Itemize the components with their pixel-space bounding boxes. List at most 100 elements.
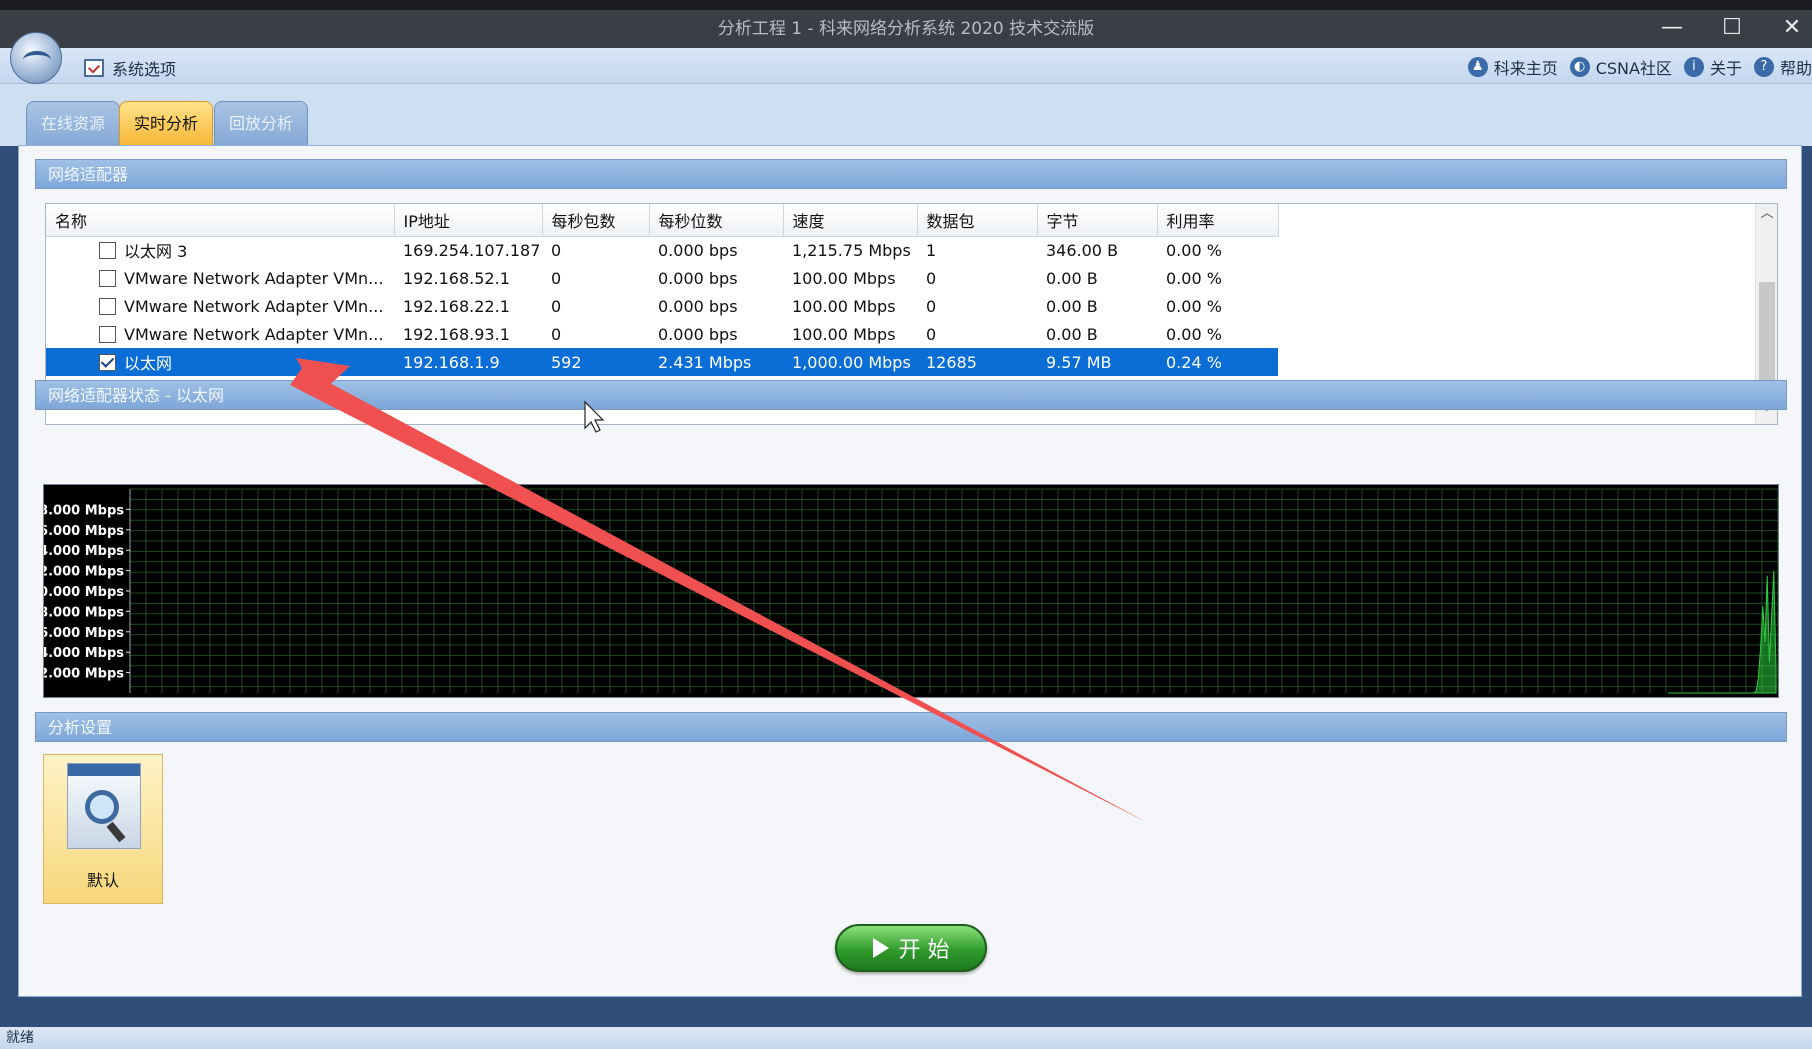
column-header-bps[interactable]: 每秒位数 xyxy=(649,204,784,237)
table-row[interactable]: VMware Network Adapter VMn... 192.168.93.… xyxy=(46,320,1278,348)
adapter-ip-cell: 192.168.1.9 xyxy=(394,348,542,376)
preset-default-label: 默认 xyxy=(86,871,119,890)
adapter-name: VMware Network Adapter VMn... xyxy=(124,268,384,288)
help-link[interactable]: ? 帮助 xyxy=(1753,55,1812,79)
adapter-pps-cell: 0 xyxy=(551,296,562,316)
adapter-grid: 名称 IP地址 每秒包数 每秒位数 速度 数据包 字节 利用率 以太网 3 169… xyxy=(46,204,1279,404)
adapter-bytes-cell: 0.00 B xyxy=(1046,268,1098,288)
y-tick-label: 12.000 Mbps xyxy=(44,565,124,580)
adapter-name-cell[interactable]: VMware Network Adapter VMn... xyxy=(46,320,394,348)
adapter-pps-cell: 0 xyxy=(551,324,562,344)
adapter-ip-cell: 192.168.22.1 xyxy=(403,296,510,316)
adapter-name-cell[interactable]: 以太网 3 xyxy=(46,236,394,264)
y-tick-label: 4.000 Mbps xyxy=(44,646,124,661)
adapter-speed-cell: 100.00 Mbps xyxy=(792,296,896,316)
column-header-packets[interactable]: 数据包 xyxy=(917,204,1038,237)
home-link-label: 科来主页 xyxy=(1493,59,1558,78)
adapter-name: 以太网 xyxy=(124,354,173,373)
community-icon: ◐ xyxy=(1569,57,1590,77)
adapter-name-cell[interactable]: VMware Network Adapter VMn... xyxy=(46,264,394,292)
network-analysis-icon xyxy=(67,763,141,849)
column-header-pps[interactable]: 每秒包数 xyxy=(542,204,650,237)
traffic-chart-svg: 18.000 Mbps 16.000 Mbps 14.000 Mbps 12.000 … xyxy=(44,485,1778,697)
adapter-bps-cell: 0.000 bps xyxy=(658,268,738,288)
system-options-icon xyxy=(84,59,104,77)
adapter-bps-cell: 0.000 bps xyxy=(658,324,738,344)
help-link-label: 帮助 xyxy=(1779,59,1812,78)
adapter-checkbox[interactable] xyxy=(99,269,116,287)
adapter-util-cell: 0.00 % xyxy=(1166,268,1222,288)
adapter-ip-cell: 192.168.93.1 xyxy=(403,324,510,344)
help-icon: ? xyxy=(1753,57,1774,77)
preset-default-card[interactable]: 默认 xyxy=(43,754,163,904)
analysis-settings-header: 分析设置 xyxy=(35,712,1787,742)
column-header-utilization[interactable]: 利用率 xyxy=(1157,204,1279,237)
y-tick-label: 2.000 Mbps xyxy=(44,667,124,682)
table-row[interactable]: 以太网 192.168.1.9 592 2.431 Mbps 1,000.00 Mbps… xyxy=(46,348,1278,376)
adapter-checkbox[interactable] xyxy=(99,353,116,371)
about-link[interactable]: i 关于 xyxy=(1683,55,1742,79)
adapter-bytes-cell: 9.57 MB xyxy=(1037,348,1157,376)
start-button[interactable]: 开 始 xyxy=(835,924,987,972)
info-icon: i xyxy=(1683,57,1704,77)
table-header-row: 名称 IP地址 每秒包数 每秒位数 速度 数据包 字节 利用率 xyxy=(46,204,1279,237)
column-header-ip[interactable]: IP地址 xyxy=(394,204,543,237)
y-tick-label: 16.000 Mbps xyxy=(44,524,124,539)
status-bar: 就绪 xyxy=(0,1027,1812,1049)
adapter-name-cell[interactable]: VMware Network Adapter VMn... xyxy=(46,292,394,320)
scroll-up-icon[interactable]: ︿ xyxy=(1756,204,1778,224)
adapter-speed-cell: 1,000.00 Mbps xyxy=(783,348,917,376)
system-options-button[interactable]: 系统选项 xyxy=(84,56,176,80)
column-header-speed[interactable]: 速度 xyxy=(783,204,918,237)
adapter-speed-cell: 1,215.75 Mbps xyxy=(792,240,911,260)
adapter-packets-cell: 0 xyxy=(926,268,937,288)
home-link[interactable]: ♟ 科来主页 xyxy=(1467,55,1558,79)
y-tick-label: 18.000 Mbps xyxy=(44,503,124,518)
maximize-button[interactable]: ☐ xyxy=(1702,10,1762,48)
adapter-bps-cell: 2.431 Mbps xyxy=(649,348,783,376)
adapter-bytes-cell: 0.00 B xyxy=(1046,324,1098,344)
column-header-bytes[interactable]: 字节 xyxy=(1037,204,1158,237)
adapter-name-cell[interactable]: 以太网 xyxy=(46,348,394,376)
adapter-checkbox[interactable] xyxy=(99,325,116,343)
column-header-name[interactable]: 名称 xyxy=(46,204,395,237)
person-icon: ♟ xyxy=(1467,57,1488,77)
adapter-bps-cell: 0.000 bps xyxy=(658,240,738,260)
adapter-packets-cell: 12685 xyxy=(917,348,1037,376)
adapter-pps-cell: 0 xyxy=(551,240,562,260)
adapter-checkbox[interactable] xyxy=(99,297,116,315)
adapter-name: 以太网 3 xyxy=(124,242,188,262)
about-link-label: 关于 xyxy=(1709,59,1742,78)
adapter-checkbox[interactable] xyxy=(99,241,116,259)
community-link-label: CSNA社区 xyxy=(1595,59,1672,78)
app-logo-icon[interactable] xyxy=(10,32,62,84)
window-title: 分析工程 1 - 科来网络分析系统 2020 技术交流版 xyxy=(0,10,1812,48)
main-panel: 网络适配器 名称 IP地址 每秒包数 每秒位数 速度 数据包 字节 利用率 以太… xyxy=(18,145,1802,997)
table-row[interactable]: VMware Network Adapter VMn... 192.168.22.… xyxy=(46,292,1278,320)
adapter-util-cell: 0.24 % xyxy=(1157,348,1278,376)
table-row[interactable]: 以太网 3 169.254.107.187 0 0.000 bps 1,215.75 M… xyxy=(46,236,1278,264)
scrollbar-thumb[interactable] xyxy=(1759,282,1775,394)
adapter-packets-cell: 0 xyxy=(926,296,937,316)
adapter-packets-cell: 1 xyxy=(926,240,937,260)
y-tick-label: 14.000 Mbps xyxy=(44,544,124,559)
adapter-bytes-cell: 0.00 B xyxy=(1046,296,1098,316)
tab-realtime-analysis[interactable]: 实时分析 xyxy=(119,101,214,145)
table-row[interactable]: VMware Network Adapter VMn... 192.168.52.… xyxy=(46,264,1278,292)
top-links: ♟ 科来主页 ◐ CSNA社区 i 关于 ? 帮助 xyxy=(1467,55,1812,79)
tab-replay-analysis[interactable]: 回放分析 xyxy=(214,101,309,145)
close-button[interactable]: ✕ xyxy=(1762,10,1812,48)
y-tick-label: 8.000 Mbps xyxy=(44,605,124,620)
adapter-ip-cell: 192.168.52.1 xyxy=(403,268,510,288)
y-tick-label: 6.000 Mbps xyxy=(44,626,124,641)
start-button-label: 开 始 xyxy=(898,938,950,963)
adapter-util-cell: 0.00 % xyxy=(1166,296,1222,316)
adapter-speed-cell: 100.00 Mbps xyxy=(792,268,896,288)
tab-online-resources[interactable]: 在线资源 xyxy=(26,101,121,145)
y-tick-label: 10.000 Mbps xyxy=(44,585,124,600)
community-link[interactable]: ◐ CSNA社区 xyxy=(1569,55,1672,79)
adapter-pps-cell: 0 xyxy=(551,268,562,288)
minimize-button[interactable]: — xyxy=(1642,10,1702,48)
chart-background xyxy=(44,485,1778,697)
adapter-name: VMware Network Adapter VMn... xyxy=(124,296,384,316)
